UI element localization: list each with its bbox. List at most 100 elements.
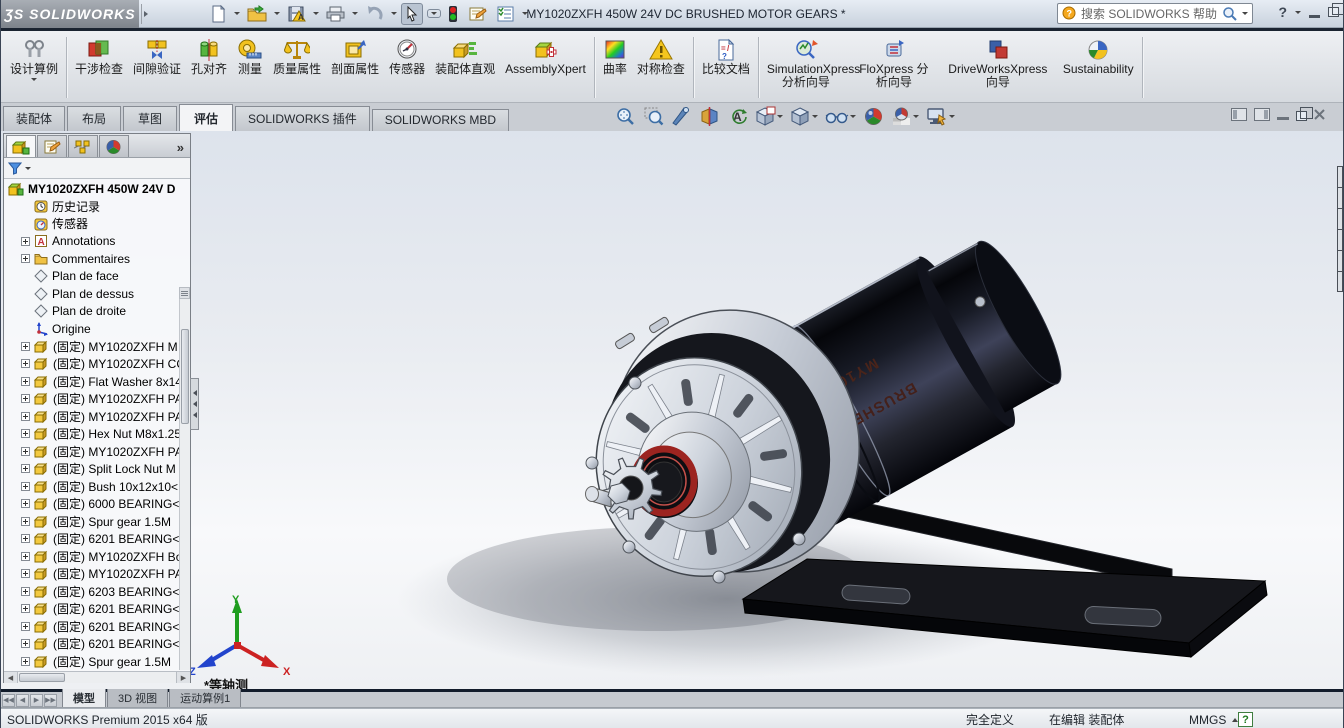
scroll-left-arrow[interactable]: ◀ [4, 672, 18, 683]
property-manager-tab[interactable] [37, 135, 67, 157]
simulationxpress-button[interactable]: SimulationXpress 分析向导 [762, 33, 860, 102]
doc-restore-icon[interactable] [1296, 107, 1313, 121]
tree-component-row[interactable]: (固定) 6201 BEARING< [4, 600, 190, 618]
tree-component-row[interactable]: (固定) MY1020ZXFH CC [4, 355, 190, 373]
expand-icon[interactable] [21, 394, 30, 404]
design-study-dropdown[interactable] [31, 78, 37, 81]
tree-component-row[interactable]: (固定) Spur gear 1.5M [4, 513, 190, 531]
floxpress-button[interactable]: FloXpress 分析向导 [850, 33, 938, 102]
tree-component-row[interactable]: (固定) MY1020ZXFH M [4, 338, 190, 356]
view-orientation-icon[interactable] [753, 105, 785, 128]
filter-dropdown[interactable] [25, 166, 31, 170]
expand-icon[interactable] [21, 341, 30, 351]
tree-origin-row[interactable]: Origine [4, 320, 190, 338]
compare-documents-button[interactable]: = /? 比较文档 [697, 33, 755, 102]
nav-next-button[interactable]: ▶ [30, 693, 43, 707]
nav-last-button[interactable]: ▶▶ [44, 693, 57, 707]
tab-solidworks-mbd[interactable]: SOLIDWORKS MBD [371, 109, 510, 131]
expand-icon[interactable] [21, 359, 30, 369]
status-help-icon[interactable]: ? [1238, 712, 1253, 727]
panel-splitter-handle[interactable] [190, 378, 199, 430]
new-document-dropdown[interactable] [234, 12, 240, 15]
tree-component-row[interactable]: (固定) 6201 BEARING< [4, 530, 190, 548]
expand-icon[interactable] [21, 516, 30, 526]
search-input[interactable]: 搜索 SOLIDWORKS 帮助 [1081, 5, 1218, 22]
tree-component-row[interactable]: (固定) 6203 BEARING< [4, 583, 190, 601]
tree-component-row[interactable]: (固定) 6201 BEARING< [4, 635, 190, 653]
motion-study-tab[interactable]: 运动算例1 [169, 688, 242, 707]
tree-component-row[interactable]: (固定) MY1020ZXFH PA [4, 443, 190, 461]
expand-icon[interactable] [21, 236, 30, 246]
tab-solidworks-addins[interactable]: SOLIDWORKS 插件 [235, 106, 370, 131]
sensor-button[interactable]: 传感器 [384, 33, 430, 102]
scroll-right-arrow[interactable]: ▶ [176, 672, 190, 683]
hole-alignment-button[interactable]: 孔对齐 [186, 33, 232, 102]
expand-icon[interactable] [21, 499, 30, 509]
tree-horizontal-scrollbar[interactable]: ◀ ▶ [4, 671, 190, 683]
sustainability-button[interactable]: Sustainability [1058, 33, 1139, 102]
tab-layout[interactable]: 布局 [67, 106, 122, 131]
nav-first-button[interactable]: ◀◀ [2, 693, 15, 707]
tree-plane-row[interactable]: Plan de face [4, 268, 190, 286]
tree-component-row[interactable]: (固定) MY1020ZXFH PA [4, 390, 190, 408]
tree-annotations-row[interactable]: A Annotations [4, 233, 190, 251]
tree-split-grip[interactable] [179, 287, 190, 299]
view-orientation-dropdown[interactable] [777, 115, 783, 118]
panel-expand-chevrons[interactable]: » [173, 140, 188, 157]
doc-close-icon[interactable] [1314, 109, 1326, 121]
expand-icon[interactable] [21, 621, 30, 631]
task-pane-strip[interactable] [1337, 166, 1343, 292]
nav-prev-button[interactable]: ◀ [16, 693, 29, 707]
curvature-button[interactable]: 曲率 [598, 33, 632, 102]
tree-component-row[interactable]: (固定) Bush 10x12x10< [4, 478, 190, 496]
save-dropdown[interactable] [313, 12, 319, 15]
annotation-view-icon[interactable]: A [725, 105, 750, 128]
section-view-icon[interactable] [697, 105, 722, 128]
edit-appearance-icon[interactable] [861, 105, 886, 128]
expand-icon[interactable] [21, 429, 30, 439]
tree-component-row[interactable]: (固定) Spur gear 1.5M [4, 653, 190, 671]
zoom-fit-icon[interactable] [613, 105, 638, 128]
tree-component-row[interactable]: (固定) MY1020ZXFH Bo [4, 548, 190, 566]
undo-dropdown[interactable] [391, 12, 397, 15]
measure-button[interactable]: 测量 [232, 33, 268, 102]
tab-evaluate[interactable]: 评估 [179, 104, 234, 131]
collapse-right-pane-icon[interactable] [1254, 107, 1270, 121]
help-dropdown[interactable] [1295, 10, 1301, 14]
hide-show-items-icon[interactable] [823, 105, 858, 128]
design-study-button[interactable]: 设计算例 [5, 33, 63, 102]
assembly-visualization-button[interactable]: 装配体直观 [430, 33, 500, 102]
assembly-xpert-button[interactable]: AssemblyXpert [500, 33, 591, 102]
tree-component-row[interactable]: (固定) Hex Nut M8x1.25 [4, 425, 190, 443]
select-tool-dropdown[interactable] [427, 9, 441, 18]
minimize-button[interactable] [1309, 14, 1320, 18]
hide-show-items-dropdown[interactable] [850, 115, 856, 118]
tree-history-row[interactable]: 历史记录 [4, 198, 190, 216]
tree-vertical-scrollbar[interactable] [179, 299, 190, 670]
search-icon[interactable] [1222, 6, 1238, 22]
tree-filter-row[interactable] [4, 158, 190, 179]
collapse-left-pane-icon[interactable] [1231, 107, 1247, 121]
zoom-area-icon[interactable] [641, 105, 666, 128]
expand-icon[interactable] [21, 639, 30, 649]
units-selector[interactable]: MMGS [1189, 713, 1239, 727]
search-box[interactable]: ? 搜索 SOLIDWORKS 帮助 [1057, 3, 1253, 24]
tree-sensors-row[interactable]: 传感器 [4, 215, 190, 233]
expand-icon[interactable] [21, 569, 30, 579]
expand-icon[interactable] [21, 656, 30, 666]
view-settings-dropdown[interactable] [949, 115, 955, 118]
previous-view-icon[interactable] [669, 105, 694, 128]
tab-sketch[interactable]: 草图 [123, 106, 178, 131]
menu-expand-arrow[interactable] [141, 3, 151, 24]
mass-properties-button[interactable]: 质量属性 [268, 33, 326, 102]
scrollbar-thumb[interactable] [181, 329, 189, 424]
scrollbar-thumb[interactable] [19, 673, 65, 682]
doc-minimize-icon[interactable] [1277, 117, 1289, 120]
tree-component-row[interactable]: (固定) Split Lock Nut M [4, 460, 190, 478]
tree-component-row[interactable]: (固定) MY1020ZXFH PA [4, 565, 190, 583]
view-settings-icon[interactable] [924, 105, 957, 128]
expand-icon[interactable] [21, 551, 30, 561]
restore-button[interactable] [1328, 3, 1344, 17]
expand-icon[interactable] [21, 534, 30, 544]
expand-icon[interactable] [21, 254, 30, 264]
